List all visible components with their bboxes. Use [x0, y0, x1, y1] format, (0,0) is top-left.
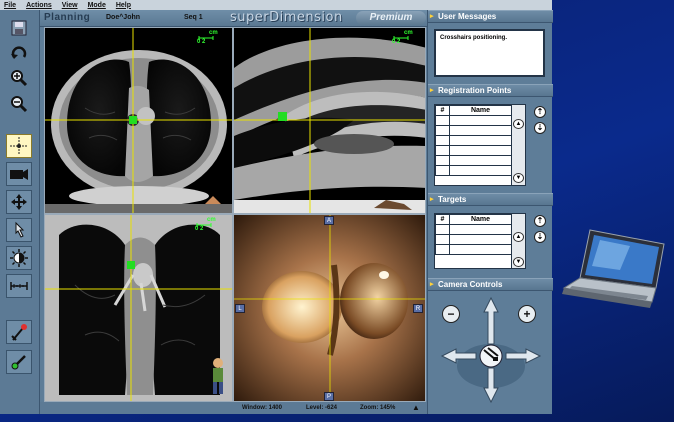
crosshair-icon: [10, 137, 28, 155]
target-tool-icon: [11, 355, 26, 370]
targets-scrollbar[interactable]: ▲ ▼: [511, 214, 525, 268]
coronal-ct-image: [45, 215, 232, 401]
measure-tool-button[interactable]: [6, 274, 32, 298]
mode-title: Planning: [44, 12, 91, 23]
measure-icon: [10, 282, 28, 290]
crosshair-tool-button[interactable]: [6, 134, 32, 158]
column-number: #: [435, 105, 450, 116]
registration-points-table[interactable]: # Name ▲ ▼: [434, 104, 526, 186]
sagittal-view[interactable]: cm 0 2: [233, 27, 426, 214]
menu-file[interactable]: File: [4, 2, 16, 9]
orientation-label-right: R: [413, 304, 423, 313]
save-button[interactable]: [6, 16, 32, 40]
menu-actions[interactable]: Actions: [26, 2, 52, 9]
zoom-in-button[interactable]: [6, 66, 32, 90]
axial-scale-values: 0 2: [197, 39, 206, 45]
axial-ct-image: [45, 28, 232, 213]
axial-scale-unit: cm: [209, 30, 218, 36]
camera-navigation-pad[interactable]: [436, 294, 546, 406]
orientation-label-bottom: P: [324, 392, 334, 401]
table-row[interactable]: [435, 244, 512, 255]
undo-button[interactable]: [6, 42, 32, 66]
table-row[interactable]: [435, 145, 512, 156]
table-row[interactable]: [435, 224, 512, 235]
level-readout: Level: -624: [306, 405, 338, 411]
scroll-up-icon[interactable]: ▲: [513, 119, 524, 129]
targets-header: Targets: [428, 193, 553, 206]
orientation-label-left: L: [235, 304, 245, 313]
column-number: #: [435, 214, 450, 225]
app-window: File Actions View Mode Help Planning Doe…: [0, 0, 553, 414]
laptop-illustration: [562, 229, 665, 308]
targets-table[interactable]: # Name ▲ ▼: [434, 213, 526, 269]
axial-view[interactable]: cm 0 2: [44, 27, 233, 214]
zoom-out-button[interactable]: [6, 92, 32, 116]
endoscopic-view[interactable]: A P L R: [233, 214, 426, 402]
save-icon: [11, 20, 27, 36]
pointer-tool-button[interactable]: [6, 218, 32, 242]
window-level-icon: [10, 249, 28, 267]
window-level-tool-button[interactable]: [6, 246, 32, 270]
table-row[interactable]: [435, 115, 512, 126]
brand-logo: superDimension: [230, 10, 343, 25]
table-row[interactable]: [435, 165, 512, 176]
zoom-in-icon: [11, 70, 28, 87]
table-row[interactable]: [435, 125, 512, 136]
column-name: Name: [449, 214, 512, 225]
camera-tool-button[interactable]: [6, 162, 32, 186]
target-tool-button[interactable]: [6, 350, 32, 374]
menu-help[interactable]: Help: [116, 2, 131, 9]
window-readout: Window: 1400: [242, 405, 282, 411]
status-expand-icon[interactable]: ▲: [412, 403, 420, 412]
scroll-down-icon[interactable]: ▼: [513, 257, 524, 267]
registration-scrollbar[interactable]: ▲ ▼: [511, 105, 525, 185]
menu-bar: File Actions View Mode Help: [0, 0, 552, 10]
registration-tool-icon: [11, 324, 27, 341]
table-row[interactable]: [435, 155, 512, 166]
sagittal-scale-unit: cm: [404, 30, 413, 36]
sagittal-scale-values: 0 2: [392, 39, 401, 45]
table-row[interactable]: [435, 234, 512, 245]
status-bar: Window: 1400 Level: -624 Zoom: 145% ▲: [40, 402, 427, 414]
user-messages-box: Crosshairs positioning.: [434, 29, 545, 77]
coronal-scale-unit: cm: [207, 217, 216, 223]
menu-view[interactable]: View: [62, 2, 78, 9]
scroll-up-icon[interactable]: ▲: [513, 232, 524, 242]
title-strip: Planning Doe^John Seq 1 superDimension P…: [40, 10, 427, 27]
camera-controls-header: Camera Controls: [428, 278, 553, 291]
coronal-scale-values: 0 2: [195, 226, 204, 232]
zoom-readout: Zoom: 145%: [360, 405, 396, 411]
move-target-up-button[interactable]: ⇡: [534, 215, 546, 227]
pan-icon: [11, 194, 27, 210]
orientation-label-top: A: [324, 216, 334, 225]
edition-badge: Premium: [356, 11, 426, 25]
sagittal-ct-image: [234, 28, 425, 213]
pan-tool-button[interactable]: [6, 190, 32, 214]
scroll-down-icon[interactable]: ▼: [513, 173, 524, 183]
column-name: Name: [449, 105, 512, 116]
camera-icon: [10, 169, 28, 180]
zoom-out-icon: [11, 96, 28, 113]
coronal-view[interactable]: cm 0 2: [44, 214, 233, 402]
right-panel: User Messages Crosshairs positioning. Re…: [427, 10, 553, 414]
patient-name: Doe^John: [106, 14, 141, 21]
virtual-bronchoscopy-image: [234, 215, 425, 401]
undo-icon: [11, 46, 27, 59]
move-point-down-button[interactable]: ⇣: [534, 122, 546, 134]
move-point-up-button[interactable]: ⇡: [534, 106, 546, 118]
move-target-down-button[interactable]: ⇣: [534, 231, 546, 243]
table-row[interactable]: [435, 135, 512, 146]
user-messages-header: User Messages: [428, 10, 553, 23]
menu-mode[interactable]: Mode: [88, 2, 106, 9]
registration-points-header: Registration Points: [428, 84, 553, 97]
registration-tool-button[interactable]: [6, 320, 32, 344]
tool-bar: [0, 10, 40, 414]
pointer-icon: [15, 221, 25, 238]
sequence-label: Seq 1: [184, 14, 203, 21]
